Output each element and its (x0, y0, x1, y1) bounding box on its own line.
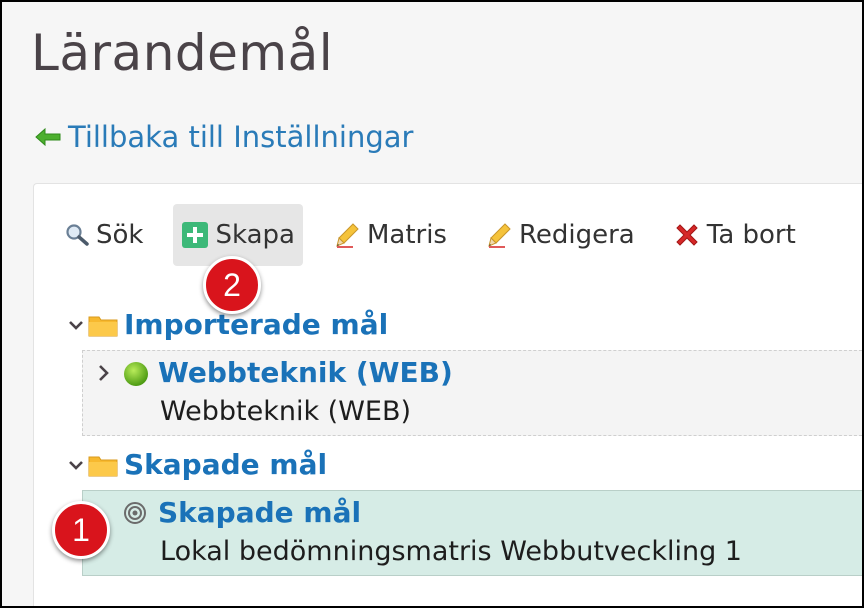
red-x-icon (676, 224, 698, 246)
chevron-down-icon[interactable] (68, 317, 84, 333)
folder-label[interactable]: Importerade mål (124, 308, 388, 341)
chevron-down-icon[interactable] (68, 457, 84, 473)
matrix-label: Matris (366, 220, 447, 250)
delete-button[interactable]: Ta bort (665, 204, 804, 266)
pencil-icon (488, 223, 511, 248)
delete-label: Ta bort (706, 220, 796, 250)
edit-label: Redigera (518, 220, 635, 250)
pencil-icon (336, 223, 359, 248)
item-name[interactable]: Webbteknik (WEB) (158, 356, 453, 389)
plus-icon (182, 222, 209, 248)
create-label: Skapa (215, 220, 295, 250)
item-title-row: Skapade mål (122, 496, 361, 529)
green-dot-icon (124, 361, 148, 386)
app-window: Lärandemål Tillbaka till Inställningar S… (2, 2, 862, 606)
matrix-button[interactable]: Matris (325, 204, 455, 266)
folder-created[interactable]: Skapade mål (68, 448, 327, 481)
target-icon (124, 501, 146, 524)
callout-badge-2: 2 (203, 256, 261, 314)
folder-label[interactable]: Skapade mål (124, 448, 327, 481)
page-title: Lärandemål (31, 24, 334, 82)
toolbar: Sök Skapa Matris Redigera Ta bort (56, 204, 804, 266)
callout-badge-1: 1 (52, 501, 110, 559)
back-to-settings-link[interactable]: Tillbaka till Inställningar (34, 120, 413, 154)
search-label: Sök (96, 220, 144, 250)
back-link-label: Tillbaka till Inställningar (68, 120, 414, 154)
search-button[interactable]: Sök (56, 204, 151, 266)
item-name[interactable]: Skapade mål (158, 496, 361, 529)
edit-button[interactable]: Redigera (477, 204, 643, 266)
item-description: Lokal bedömningsmatris Webbutveckling 1 (160, 536, 742, 567)
objectives-panel: Sök Skapa Matris Redigera Ta bort Import… (33, 183, 862, 606)
back-arrow-icon (35, 127, 61, 147)
chevron-right-icon[interactable] (96, 363, 112, 383)
item-title-row: Webbteknik (WEB) (96, 356, 453, 389)
folder-icon (88, 316, 118, 336)
magnifier-icon (66, 224, 89, 246)
folder-icon (88, 456, 118, 476)
item-description: Webbteknik (WEB) (160, 396, 412, 427)
